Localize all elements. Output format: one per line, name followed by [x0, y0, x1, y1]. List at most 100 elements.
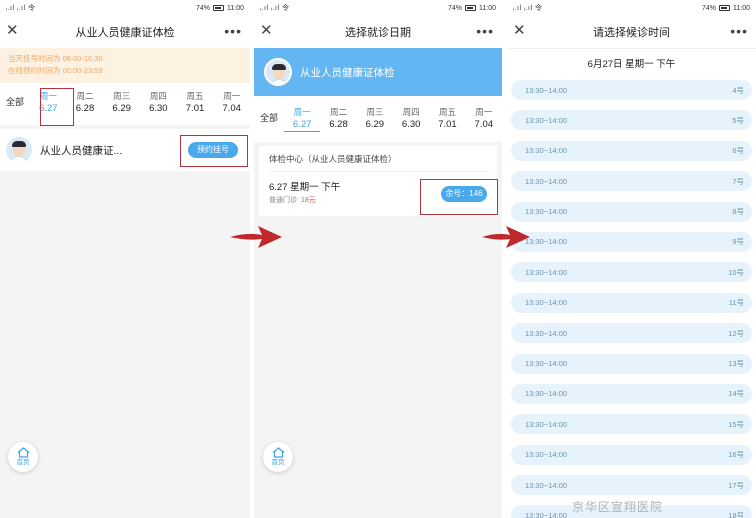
more-icon[interactable]: ••• [730, 22, 748, 40]
date-tab[interactable]: 周四 6.30 [393, 104, 429, 131]
time-slot-number: 10号 [728, 267, 744, 277]
date-tab-date: 7.04 [222, 103, 241, 114]
arrow-icon [230, 226, 282, 248]
home-button[interactable]: 首页 [263, 442, 293, 472]
battery-icon [213, 5, 224, 11]
page-title: 请选择候诊时间 [593, 27, 670, 39]
date-tab[interactable]: 周二 6.28 [320, 104, 356, 131]
time-slot-time: 13:30~14:00 [525, 267, 567, 277]
time-slot[interactable]: 13:30~14:00 6号 [511, 140, 752, 161]
more-icon[interactable]: ••• [476, 22, 494, 40]
time-slot[interactable]: 13:30~14:00 13号 [511, 353, 752, 374]
date-tab-date: 6.30 [401, 119, 421, 130]
date-tab-date: 6.29 [365, 119, 385, 130]
department-title: 从业人员健康证体检 [300, 66, 395, 79]
time-slot[interactable]: 13:30~14:00 7号 [511, 171, 752, 192]
time-slot-number: 12号 [728, 328, 744, 338]
center-title: 体检中心（从业人员健康证体检） [269, 146, 487, 172]
time-slot[interactable]: 13:30~14:00 9号 [511, 231, 752, 252]
time-slot-number: 16号 [728, 450, 744, 460]
date-tab[interactable]: 周三 6.29 [103, 88, 140, 115]
close-icon[interactable]: ✕ [6, 22, 19, 40]
date-tab[interactable]: 周一 7.04 [213, 88, 250, 115]
date-tab-weekday: 周一 [293, 107, 311, 117]
arrow-icon [482, 226, 530, 248]
slot-type: 普通门诊 [269, 197, 297, 204]
time-slot[interactable]: 13:30~14:00 14号 [511, 383, 752, 404]
date-tab[interactable]: 周五 7.01 [177, 88, 214, 115]
date-tab[interactable]: 周五 7.01 [429, 104, 465, 131]
battery-percent: 74% [447, 4, 462, 12]
clock: 11:00 [733, 4, 750, 12]
time-slot-time: 13:30~14:00 [525, 176, 567, 186]
date-tab[interactable]: 周一 6.27 [284, 104, 321, 132]
notice-line: 当天挂号时间为 08:00-16:30 [8, 54, 103, 63]
time-slot-time: 13:30~14:00 [525, 359, 567, 369]
date-tab[interactable]: 周四 6.30 [140, 88, 177, 115]
time-slot[interactable]: 13:30~14:00 15号 [511, 414, 752, 435]
clock: 11:00 [227, 4, 244, 12]
time-slot[interactable]: 13:30~14:00 4号 [511, 80, 752, 100]
date-tab[interactable]: 周三 6.29 [357, 104, 393, 131]
time-slot[interactable]: 13:30~14:00 8号 [511, 201, 752, 222]
nav-bar: ✕ 请选择候诊时间 ••• [507, 16, 756, 48]
status-bar: ᵢ.ıl ᵢ.ıl 令 74% 11:00 [507, 0, 756, 16]
signal-indicator: ᵢ.ıl ᵢ.ıl 令 [260, 5, 290, 12]
date-tab-weekday: 周一 [223, 91, 241, 101]
time-slot-time: 13:30~14:00 [525, 450, 567, 460]
date-tab-weekday: 周五 [438, 107, 456, 117]
date-tabs: 全部 周一 6.27 周二 6.28 周三 6.29 周四 6.30 周五 7.01 周一… [254, 96, 502, 142]
home-icon [272, 447, 284, 458]
time-slot-time: 13:30~14:00 [525, 510, 567, 518]
home-label: 首页 [271, 459, 285, 466]
time-slot[interactable]: 13:30~14:00 5号 [511, 110, 752, 131]
time-slot[interactable]: 13:30~14:00 17号 [511, 475, 752, 496]
date-tab-weekday: 周一 [475, 107, 493, 117]
time-slot-number: 4号 [732, 85, 744, 95]
time-slot[interactable]: 13:30~14:00 11号 [511, 292, 752, 313]
signal-indicator: ᵢ.ıl ᵢ.ıl 令 [513, 5, 543, 12]
date-tab-weekday: 周四 [149, 91, 167, 101]
nav-bar: ✕ 选择就诊日期 ••• [254, 16, 502, 48]
close-icon[interactable]: ✕ [513, 22, 526, 40]
date-tab-date: 6.29 [112, 103, 131, 114]
date-tab-date: 7.04 [474, 119, 494, 130]
nav-bar: ✕ 从业人员健康证体检 ••• [0, 16, 250, 48]
slot-price: 18元 [301, 197, 316, 204]
notice-banner: 当天挂号时间为 08:00-16:30 在线预约时间为 00:00-23:59 [0, 48, 250, 83]
home-icon [17, 447, 29, 458]
time-slot[interactable]: 13:30~14:00 12号 [511, 323, 752, 344]
battery-icon [465, 5, 476, 11]
avatar [6, 137, 32, 163]
tab-all[interactable]: 全部 [254, 104, 284, 124]
signal-indicator: ᵢ.ıl ᵢ.ıl 令 [6, 5, 36, 12]
date-tab-weekday: 周二 [329, 107, 347, 117]
highlight-box [180, 135, 248, 167]
time-slot-time: 13:30~14:00 [525, 207, 567, 217]
time-slot-number: 15号 [728, 419, 744, 429]
date-tab-date: 6.28 [329, 119, 348, 130]
screen-choose-time: ᵢ.ıl ᵢ.ıl 令 74% 11:00 ✕ 请选择候诊时间 ••• 6月27… [507, 0, 756, 518]
time-slot[interactable]: 13:30~14:00 16号 [511, 444, 752, 465]
time-slot-number: 18号 [728, 510, 744, 518]
clock: 11:00 [479, 4, 496, 12]
home-button[interactable]: 首页 [8, 442, 38, 472]
more-icon[interactable]: ••• [224, 22, 242, 40]
tab-all[interactable]: 全部 [0, 88, 30, 108]
time-slot-time: 13:30~14:00 [525, 328, 567, 338]
time-slot-number: 9号 [732, 237, 744, 247]
time-slot-time: 13:30~14:00 [525, 419, 567, 429]
doctor-name: 从业人员健康证... [40, 144, 123, 157]
time-slot-time: 13:30~14:00 [525, 85, 567, 95]
date-tab-date: 6.30 [149, 103, 168, 114]
status-bar: ᵢ.ıl ᵢ.ıl 令 74% 11:00 [0, 0, 250, 16]
status-bar: ᵢ.ıl ᵢ.ıl 令 74% 11:00 [254, 0, 502, 16]
avatar [264, 58, 292, 86]
battery-icon [719, 5, 730, 11]
close-icon[interactable]: ✕ [260, 22, 273, 40]
date-tab[interactable]: 周一 7.04 [466, 104, 502, 131]
time-slot-number: 7号 [732, 176, 744, 186]
time-slot-number: 13号 [728, 359, 744, 369]
time-slot[interactable]: 13:30~14:00 10号 [511, 262, 752, 283]
battery-percent: 74% [701, 4, 716, 12]
